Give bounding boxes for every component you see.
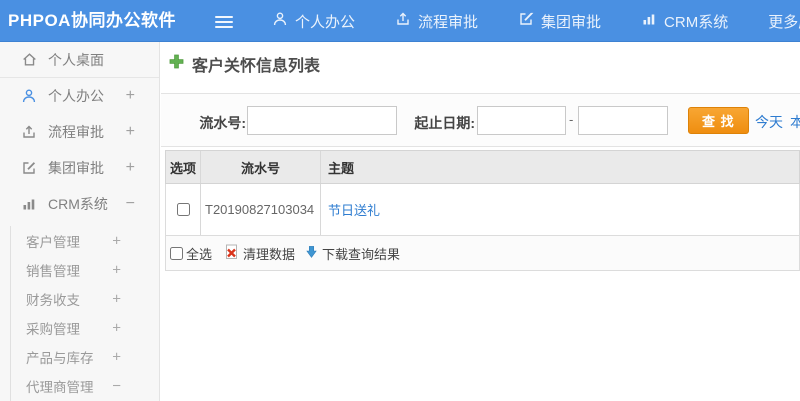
column-header-serial: 流水号 — [201, 151, 321, 183]
upload-icon — [20, 124, 38, 140]
sidebar-item-label: CRM系统 — [48, 196, 108, 212]
user-icon — [20, 88, 38, 104]
sidebar-subitem-sales-mgmt[interactable]: 销售管理 + — [0, 255, 159, 284]
serial-number-input[interactable] — [247, 106, 397, 135]
date-start-input[interactable] — [477, 106, 566, 135]
sidebar-item-label: 集团审批 — [48, 160, 104, 176]
week-quick-link[interactable]: 本周 — [790, 112, 800, 132]
sidebar-subitem-label: 采购管理 — [26, 321, 80, 337]
sidebar-subitem-products-inventory[interactable]: 产品与库存 + — [0, 342, 159, 371]
download-results-label: 下载查询结果 — [322, 246, 401, 262]
expand-toggle[interactable]: + — [112, 233, 121, 248]
date-range-label: 起止日期: — [414, 115, 475, 131]
sidebar-item-personal-desktop[interactable]: 个人桌面 — [0, 42, 159, 77]
expand-toggle[interactable]: + — [126, 88, 135, 104]
nav-label: 流程审批 — [418, 13, 479, 31]
nav-label: CRM系统 — [664, 13, 729, 31]
expand-toggle[interactable]: + — [112, 349, 121, 364]
select-all-checkbox[interactable] — [170, 246, 183, 260]
nav-group-approval[interactable]: 集团审批 — [504, 0, 615, 42]
row-checkbox[interactable] — [176, 203, 190, 216]
expand-toggle[interactable]: + — [126, 160, 135, 176]
expand-toggle[interactable]: + — [112, 291, 121, 306]
sidebar-subitem-finance[interactable]: 财务收支 + — [0, 284, 159, 313]
clear-data-label: 清理数据 — [243, 246, 296, 262]
results-table: 选项 流水号 主题 T20190827103034 节日送礼 全选 清理数据 下… — [165, 150, 800, 271]
table-header-row: 选项 流水号 主题 — [165, 150, 800, 184]
edit-icon — [518, 11, 541, 31]
search-button[interactable]: 查 找 — [688, 107, 749, 134]
page-title: 客户关怀信息列表 — [192, 58, 321, 75]
select-all-control[interactable]: 全选 — [170, 244, 212, 263]
main-content: 客户关怀信息列表 流水号: 起止日期: - 查 找 今天 本周 选项 流水号 主… — [161, 42, 800, 401]
row-serial-number: T20190827103034 — [205, 202, 315, 217]
nav-more-apps[interactable]: 更多应用 — [754, 0, 800, 42]
hamburger-menu-icon[interactable] — [215, 13, 233, 29]
nav-workflow-approval[interactable]: 流程审批 — [381, 0, 492, 42]
top-header-bar: PHPOA协同办公软件 个人办公 流程审批 集团审批 CRM系统 更多应用 — [0, 0, 800, 42]
sidebar-subitem-agent-mgmt[interactable]: 代理商管理 − — [0, 371, 159, 400]
upload-icon — [395, 11, 418, 31]
clear-data-action[interactable]: 清理数据 — [224, 244, 295, 263]
app-window: PHPOA协同办公软件 个人办公 流程审批 集团审批 CRM系统 更多应用 — [0, 0, 800, 401]
sidebar-subitem-customer-mgmt[interactable]: 客户管理 + — [0, 226, 159, 255]
app-logo: PHPOA协同办公软件 — [8, 11, 176, 30]
column-header-subject: 主题 — [328, 160, 355, 176]
nav-label: 更多应用 — [768, 13, 800, 31]
sidebar: 个人桌面 个人办公 + 流程审批 + 集团审批 + CRM系统 − 客户管理 + — [0, 42, 160, 401]
bar-chart-icon — [641, 11, 664, 31]
nav-crm-system[interactable]: CRM系统 — [627, 0, 742, 42]
sidebar-item-crm-system[interactable]: CRM系统 − — [0, 186, 159, 222]
top-navigation: 个人办公 流程审批 集团审批 CRM系统 更多应用 — [258, 0, 800, 42]
nav-personal-office[interactable]: 个人办公 — [258, 0, 369, 42]
sidebar-subitem-label: 财务收支 — [26, 292, 80, 308]
sidebar-item-workflow-approval[interactable]: 流程审批 + — [0, 114, 159, 150]
sidebar-item-label: 个人桌面 — [48, 51, 104, 68]
sidebar-subitem-purchasing[interactable]: 采购管理 + — [0, 313, 159, 342]
add-plus-icon[interactable] — [169, 54, 184, 74]
sidebar-item-label: 流程审批 — [48, 124, 104, 140]
sidebar-item-personal-office[interactable]: 个人办公 + — [0, 78, 159, 114]
date-end-input[interactable] — [578, 106, 668, 135]
today-quick-link[interactable]: 今天 — [755, 112, 783, 132]
collapse-toggle[interactable]: − — [126, 196, 135, 212]
sidebar-subitem-label: 产品与库存 — [26, 350, 94, 366]
sidebar-subitem-label: 客户管理 — [26, 234, 80, 250]
edit-icon — [20, 160, 38, 176]
nav-label: 个人办公 — [295, 13, 356, 31]
select-all-label: 全选 — [186, 246, 213, 262]
expand-toggle[interactable]: + — [112, 262, 121, 277]
sidebar-subitem-label: 销售管理 — [26, 263, 80, 279]
sidebar-subitem-label: 代理商管理 — [26, 379, 94, 395]
date-separator: - — [569, 112, 574, 127]
clear-data-icon — [224, 244, 243, 263]
table-footer-row: 全选 清理数据 下载查询结果 — [165, 236, 800, 271]
user-icon — [272, 11, 295, 31]
expand-toggle[interactable]: + — [126, 124, 135, 140]
serial-number-label: 流水号: — [199, 115, 246, 131]
collapse-toggle[interactable]: − — [112, 378, 121, 393]
home-icon — [20, 51, 38, 68]
bar-chart-icon — [20, 196, 38, 212]
download-arrow-icon — [305, 245, 322, 262]
sidebar-item-group-approval[interactable]: 集团审批 + — [0, 150, 159, 186]
page-title-bar: 客户关怀信息列表 — [169, 52, 320, 76]
sidebar-item-label: 个人办公 — [48, 88, 104, 104]
row-subject-link[interactable]: 节日送礼 — [328, 200, 380, 219]
column-header-option: 选项 — [166, 151, 201, 183]
search-panel: 流水号: 起止日期: - 查 找 今天 本周 — [161, 93, 800, 147]
crm-subtree: 客户管理 + 销售管理 + 财务收支 + 采购管理 + 产品与库存 + 代理商管… — [0, 226, 159, 401]
table-row: T20190827103034 节日送礼 — [165, 184, 800, 236]
download-results-action[interactable]: 下载查询结果 — [305, 244, 400, 263]
expand-toggle[interactable]: + — [112, 320, 121, 335]
nav-label: 集团审批 — [541, 13, 602, 31]
